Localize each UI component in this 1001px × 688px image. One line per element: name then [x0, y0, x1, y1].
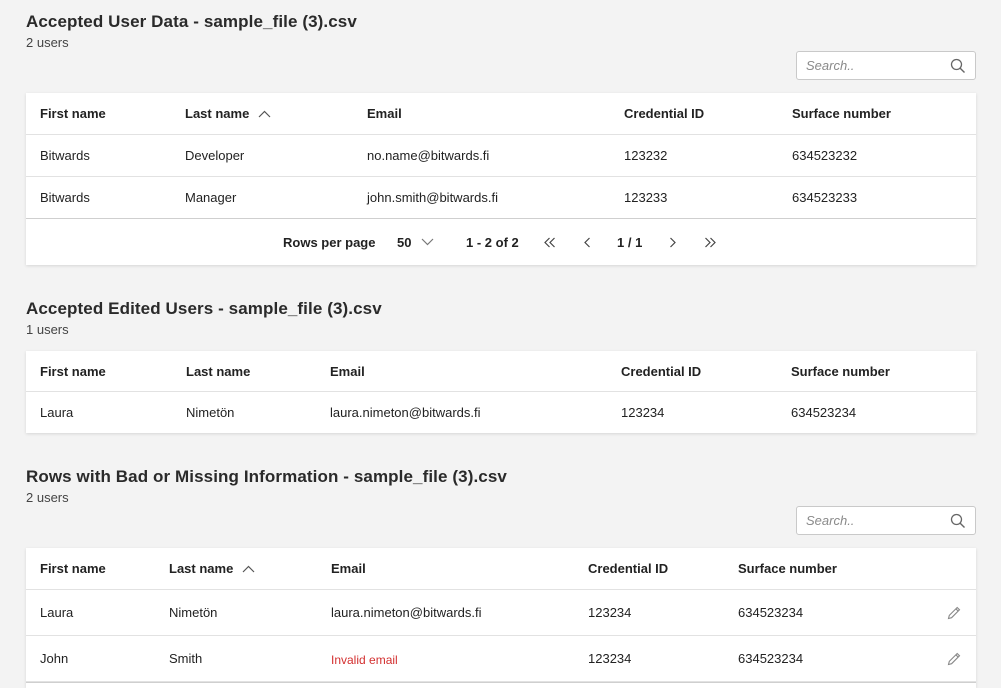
bad-rows-section: Rows with Bad or Missing Information - s… — [26, 467, 976, 688]
sort-ascending-icon[interactable] — [242, 565, 255, 573]
cell-surface-number: 634523234 — [738, 651, 804, 666]
accepted-search-input[interactable] — [806, 58, 950, 73]
cell-credential-id: 123233 — [624, 190, 668, 205]
col-surface-number: Surface number — [738, 561, 837, 576]
cell-first-name: Laura — [40, 605, 74, 620]
cell-email: john.smith@bitwards.fi — [367, 190, 498, 205]
col-last-name-label: Last name — [169, 561, 234, 576]
col-first-name: First name — [40, 106, 106, 121]
search-icon[interactable] — [950, 513, 966, 529]
pagination-range: 1 - 2 of 2 — [466, 234, 519, 250]
chevron-down-icon[interactable] — [421, 238, 434, 246]
cell-email: no.name@bitwards.fi — [367, 148, 490, 163]
col-credential-id: Credential ID — [588, 561, 669, 576]
table-header-row: First name Last name Email Credential ID… — [26, 93, 976, 135]
pencil-icon[interactable] — [946, 636, 962, 681]
rows-per-page-label: Rows per page — [283, 234, 376, 250]
accepted-users-title: Accepted User Data - sample_file (3).csv — [26, 12, 357, 31]
chevron-left-icon[interactable] — [583, 219, 591, 265]
col-last-name[interactable]: Last name — [169, 548, 255, 589]
cell-first-name: Bitwards — [40, 148, 90, 163]
col-first-name: First name — [40, 363, 106, 379]
cell-first-name: Bitwards — [40, 190, 90, 205]
table-row: Bitwards Manager john.smith@bitwards.fi … — [26, 177, 976, 218]
cell-surface-number: 634523232 — [792, 148, 858, 163]
edited-users-section: Accepted Edited Users - sample_file (3).… — [26, 299, 976, 435]
cell-first-name: Laura — [40, 405, 74, 420]
cell-last-name: Manager — [185, 190, 237, 205]
cell-last-name: Developer — [185, 148, 245, 163]
cell-credential-id: 123234 — [621, 405, 665, 420]
cell-last-name: Nimetön — [186, 405, 235, 420]
pagination: Rows per page 50 1 - 2 of 2 1 / 1 — [26, 218, 976, 265]
cell-first-name: John — [40, 651, 69, 666]
cell-email: laura.nimeton@bitwards.fi — [330, 405, 481, 420]
col-last-name-label: Last name — [185, 106, 250, 121]
rows-per-page-select[interactable]: 50 — [397, 219, 434, 265]
cell-surface-number: 634523234 — [738, 605, 804, 620]
rows-per-page-value: 50 — [397, 234, 412, 250]
table-row: Laura Nimetön laura.nimeton@bitwards.fi … — [26, 590, 976, 636]
col-first-name: First name — [40, 561, 106, 576]
table-header-row: First name Last name Email Credential ID… — [26, 548, 976, 590]
cell-surface-number: 634523233 — [792, 190, 858, 205]
table-header-row: First name Last name Email Credential ID… — [26, 351, 976, 392]
edited-users-table: First name Last name Email Credential ID… — [26, 351, 976, 433]
pencil-icon[interactable] — [946, 590, 962, 635]
accepted-users-count: 2 users — [26, 35, 69, 50]
cell-credential-id: 123234 — [588, 651, 632, 666]
cell-credential-id: 123234 — [588, 605, 632, 620]
accepted-search[interactable] — [796, 51, 976, 80]
bad-rows-count: 2 users — [26, 490, 69, 505]
pagination-page: 1 / 1 — [617, 234, 643, 250]
accepted-users-table: First name Last name Email Credential ID… — [26, 93, 976, 265]
col-credential-id: Credential ID — [621, 363, 702, 379]
col-last-name[interactable]: Last name — [185, 93, 271, 134]
col-surface-number: Surface number — [792, 106, 891, 121]
table-row: Laura Nimetön laura.nimeton@bitwards.fi … — [26, 392, 976, 433]
edited-users-count: 1 users — [26, 322, 69, 337]
bad-rows-title: Rows with Bad or Missing Information - s… — [26, 467, 507, 486]
col-email: Email — [367, 106, 402, 121]
table-divider — [26, 682, 976, 683]
edited-users-title: Accepted Edited Users - sample_file (3).… — [26, 299, 382, 318]
col-email: Email — [330, 363, 365, 379]
accepted-users-section: Accepted User Data - sample_file (3).csv… — [26, 12, 976, 268]
cell-email: laura.nimeton@bitwards.fi — [331, 605, 482, 620]
sort-ascending-icon[interactable] — [258, 110, 271, 118]
cell-last-name: Smith — [169, 651, 203, 666]
col-email: Email — [331, 561, 366, 576]
cell-last-name: Nimetön — [169, 605, 218, 620]
cell-credential-id: 123232 — [624, 148, 668, 163]
table-row: John Smith Invalid email 123234 63452323… — [26, 636, 976, 682]
bad-rows-search-input[interactable] — [806, 513, 950, 528]
table-row: Bitwards Developer no.name@bitwards.fi 1… — [26, 135, 976, 177]
chevron-right-icon[interactable] — [669, 219, 677, 265]
double-chevron-left-icon[interactable] — [544, 219, 556, 265]
bad-rows-table: First name Last name Email Credential ID… — [26, 548, 976, 688]
cell-surface-number: 634523234 — [791, 405, 857, 420]
bad-rows-search[interactable] — [796, 506, 976, 535]
search-icon[interactable] — [950, 58, 966, 74]
cell-email-error: Invalid email — [331, 653, 398, 667]
col-last-name: Last name — [186, 363, 251, 379]
col-credential-id: Credential ID — [624, 106, 705, 121]
col-surface-number: Surface number — [791, 363, 890, 379]
double-chevron-right-icon[interactable] — [704, 219, 716, 265]
